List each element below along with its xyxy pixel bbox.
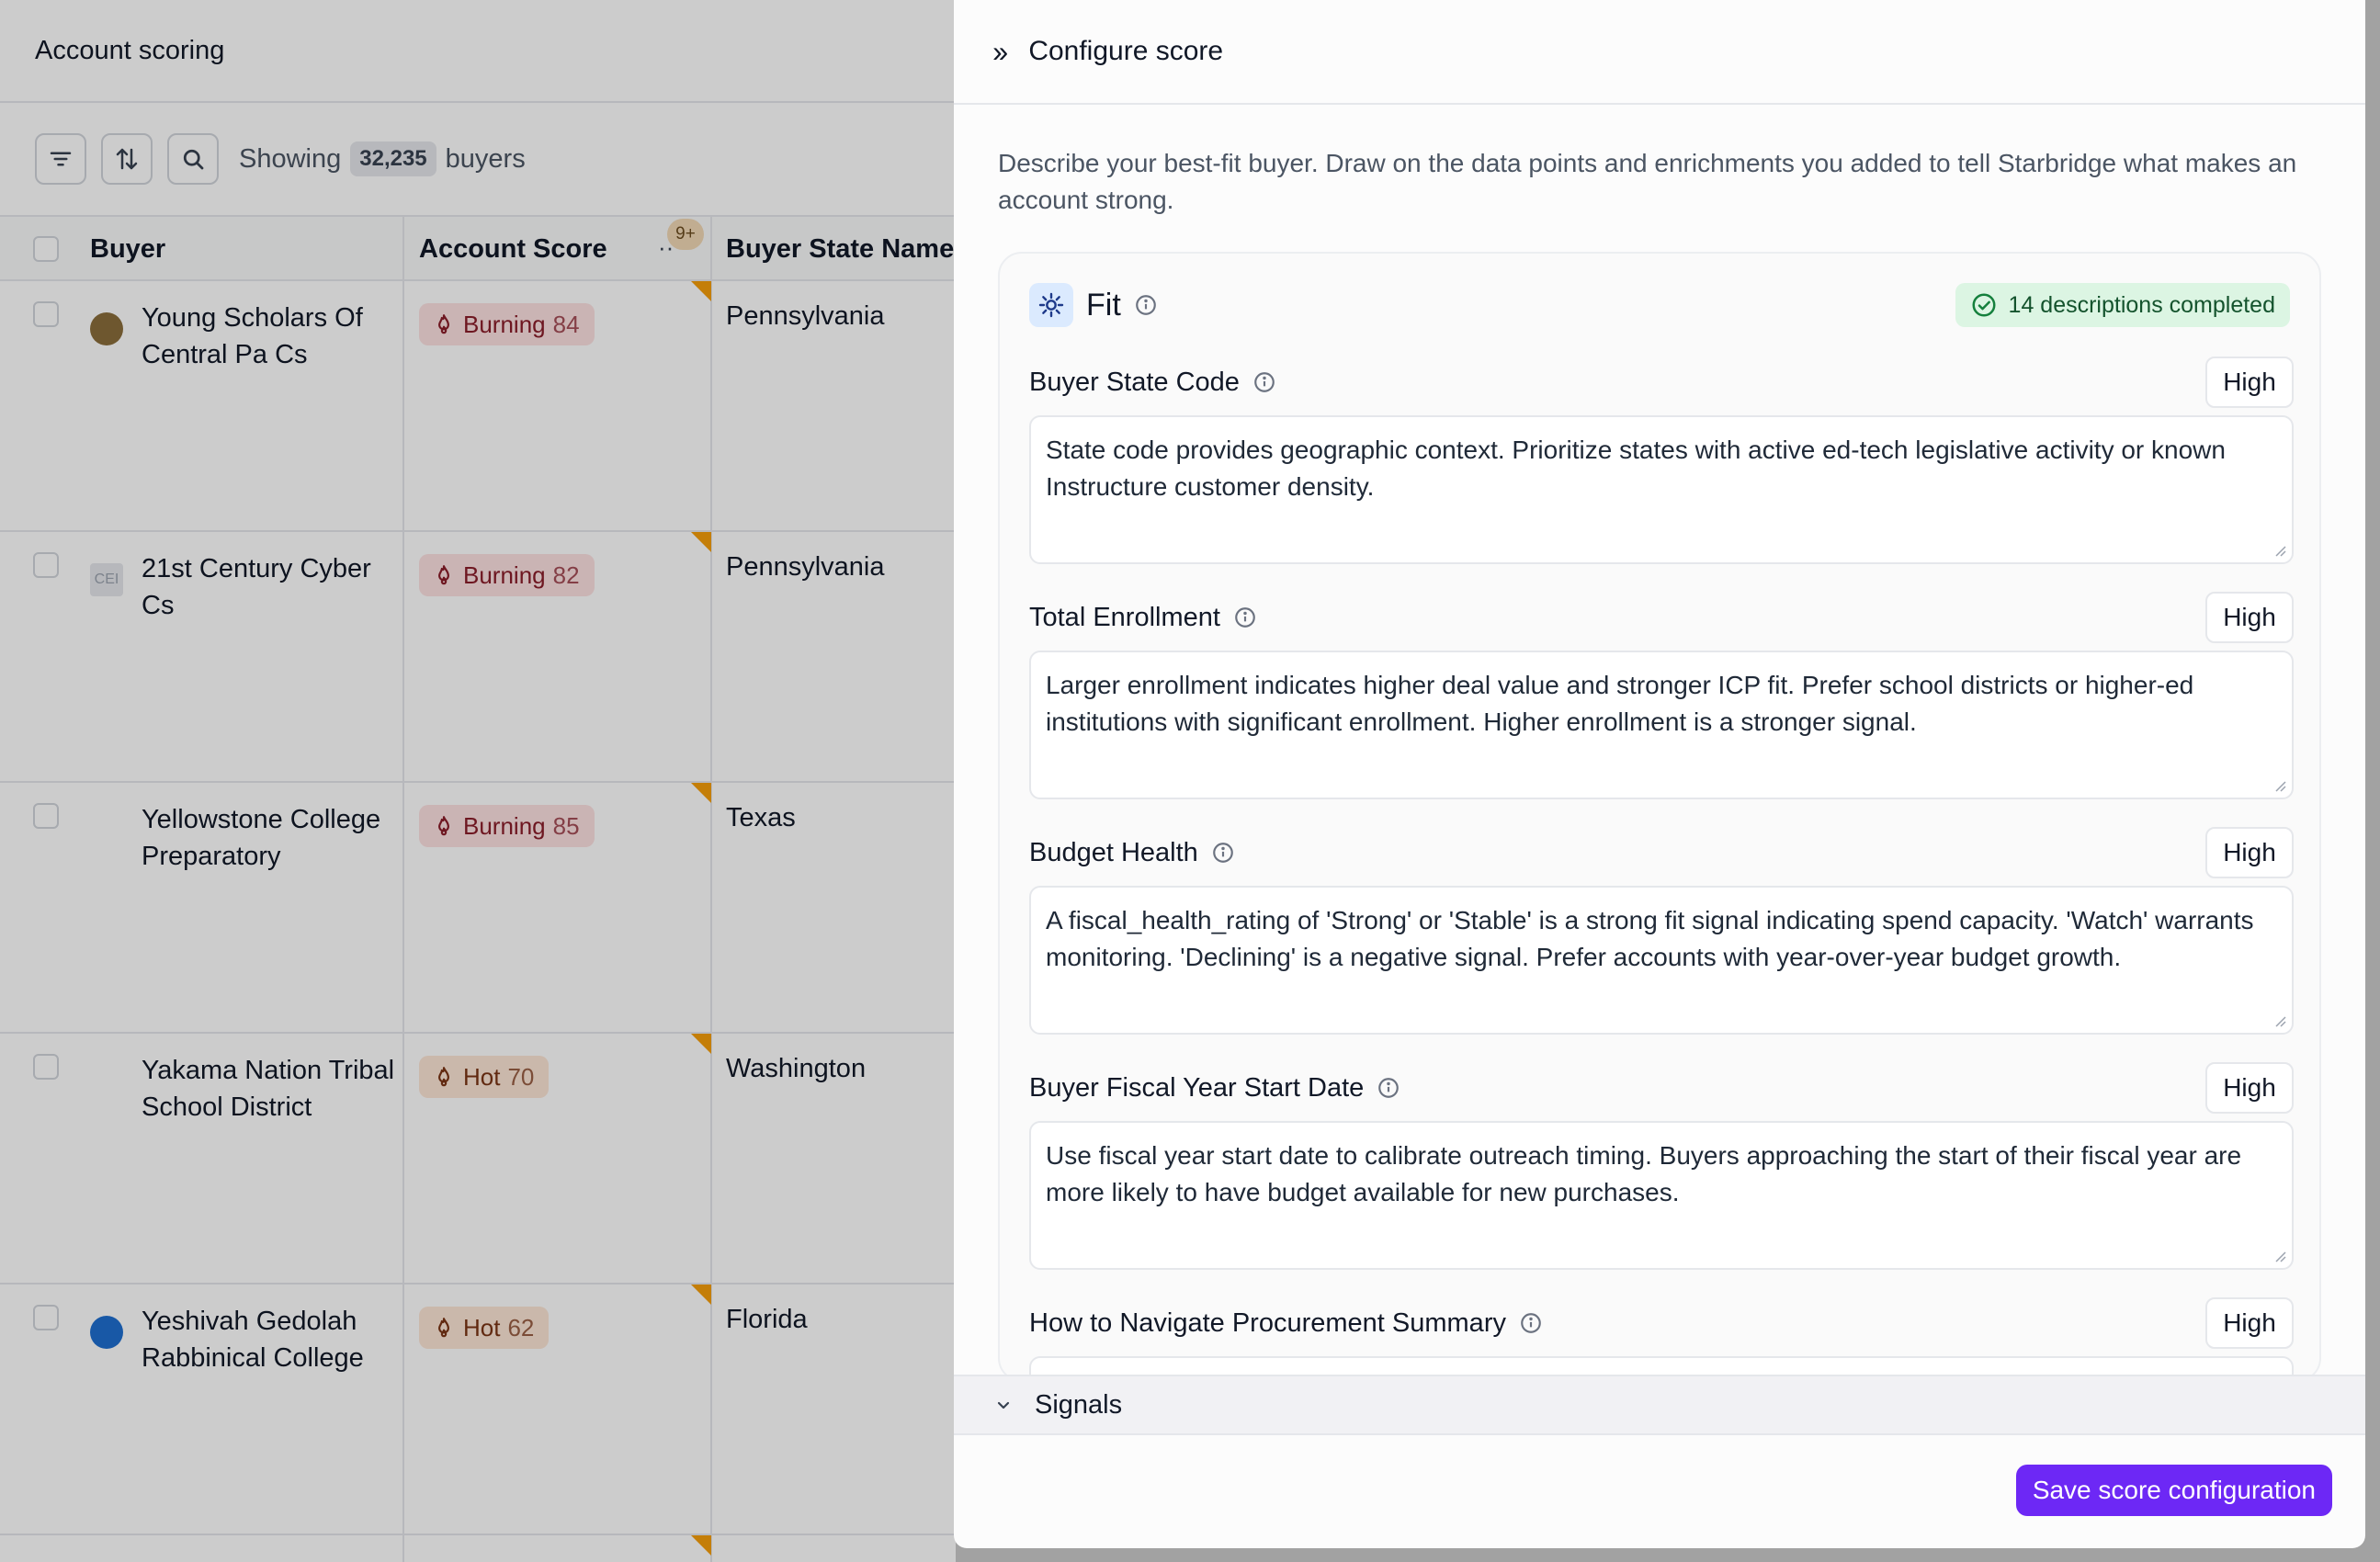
field-label: Budget Health xyxy=(1029,837,1198,867)
description-text: Larger enrollment indicates higher deal … xyxy=(1046,671,2194,736)
panel-header: ›› Configure score xyxy=(954,0,2365,105)
field-label-row: How to Navigate Procurement Summary xyxy=(1029,1297,1543,1349)
description-text: Use fiscal year start date to calibrate … xyxy=(1046,1141,2242,1206)
weight-select[interactable]: High xyxy=(2205,827,2294,878)
completed-badge: 14 descriptions completed xyxy=(1955,283,2290,327)
field-label: How to Navigate Procurement Summary xyxy=(1029,1307,1506,1338)
field-label: Total Enrollment xyxy=(1029,602,1220,632)
completed-label: 14 descriptions completed xyxy=(2008,291,2275,318)
save-score-configuration-button[interactable]: Save score configuration xyxy=(2015,1465,2332,1516)
fit-field: Budget Health High A fiscal_health_rating … xyxy=(1029,827,2294,1062)
fit-title: Fit xyxy=(1086,287,1121,323)
panel-description: Describe your best-fit buyer. Draw on th… xyxy=(998,149,2297,214)
fit-field: Buyer State Code High State code provides … xyxy=(1029,357,2294,592)
description-textarea[interactable]: State code provides geographic context. … xyxy=(1029,415,2294,564)
field-label-row: Total Enrollment xyxy=(1029,592,1257,643)
chevrons-right-icon[interactable]: ›› xyxy=(992,35,1008,69)
info-icon[interactable] xyxy=(1211,841,1235,865)
fit-header: Fit xyxy=(1029,283,1158,327)
description-textarea[interactable]: A fiscal_health_rating of 'Strong' or 'S… xyxy=(1029,886,2294,1035)
gear-icon xyxy=(1029,283,1073,327)
description-text: State code provides geographic context. … xyxy=(1046,436,2226,501)
fit-field: Buyer Fiscal Year Start Date High Use fisc… xyxy=(1029,1062,2294,1297)
description-textarea[interactable]: Larger enrollment indicates higher deal … xyxy=(1029,651,2294,799)
fit-field: Total Enrollment High Larger enrollment in… xyxy=(1029,592,2294,827)
fit-section: Fit 14 descriptions completed Buyer Stat… xyxy=(998,252,2321,1382)
field-label-row: Budget Health xyxy=(1029,827,1235,878)
configure-score-panel: ›› Configure score Describe your best-fi… xyxy=(954,0,2365,1548)
info-icon[interactable] xyxy=(1252,370,1276,394)
info-icon[interactable] xyxy=(1519,1311,1543,1335)
info-icon[interactable] xyxy=(1233,606,1257,629)
weight-select[interactable]: High xyxy=(2205,1297,2294,1349)
description-text: A fiscal_health_rating of 'Strong' or 'S… xyxy=(1046,906,2254,971)
weight-select[interactable]: High xyxy=(2205,357,2294,408)
info-icon[interactable] xyxy=(1377,1076,1400,1100)
panel-title: Configure score xyxy=(1028,36,1224,66)
fit-field: How to Navigate Procurement Summary High xyxy=(1029,1297,2294,1380)
check-circle-icon xyxy=(1972,293,1996,317)
weight-select[interactable]: High xyxy=(2205,1062,2294,1114)
field-label: Buyer State Code xyxy=(1029,367,1240,397)
field-label: Buyer Fiscal Year Start Date xyxy=(1029,1072,1365,1103)
info-icon[interactable] xyxy=(1134,293,1158,317)
weight-select[interactable]: High xyxy=(2205,592,2294,643)
field-label-row: Buyer Fiscal Year Start Date xyxy=(1029,1062,1400,1114)
signals-section-toggle[interactable]: Signals xyxy=(954,1375,2365,1435)
chevron-down-icon xyxy=(997,1401,1010,1409)
description-textarea[interactable]: Use fiscal year start date to calibrate … xyxy=(1029,1121,2294,1270)
field-label-row: Buyer State Code xyxy=(1029,357,1276,408)
signals-label: Signals xyxy=(1035,1389,1123,1420)
